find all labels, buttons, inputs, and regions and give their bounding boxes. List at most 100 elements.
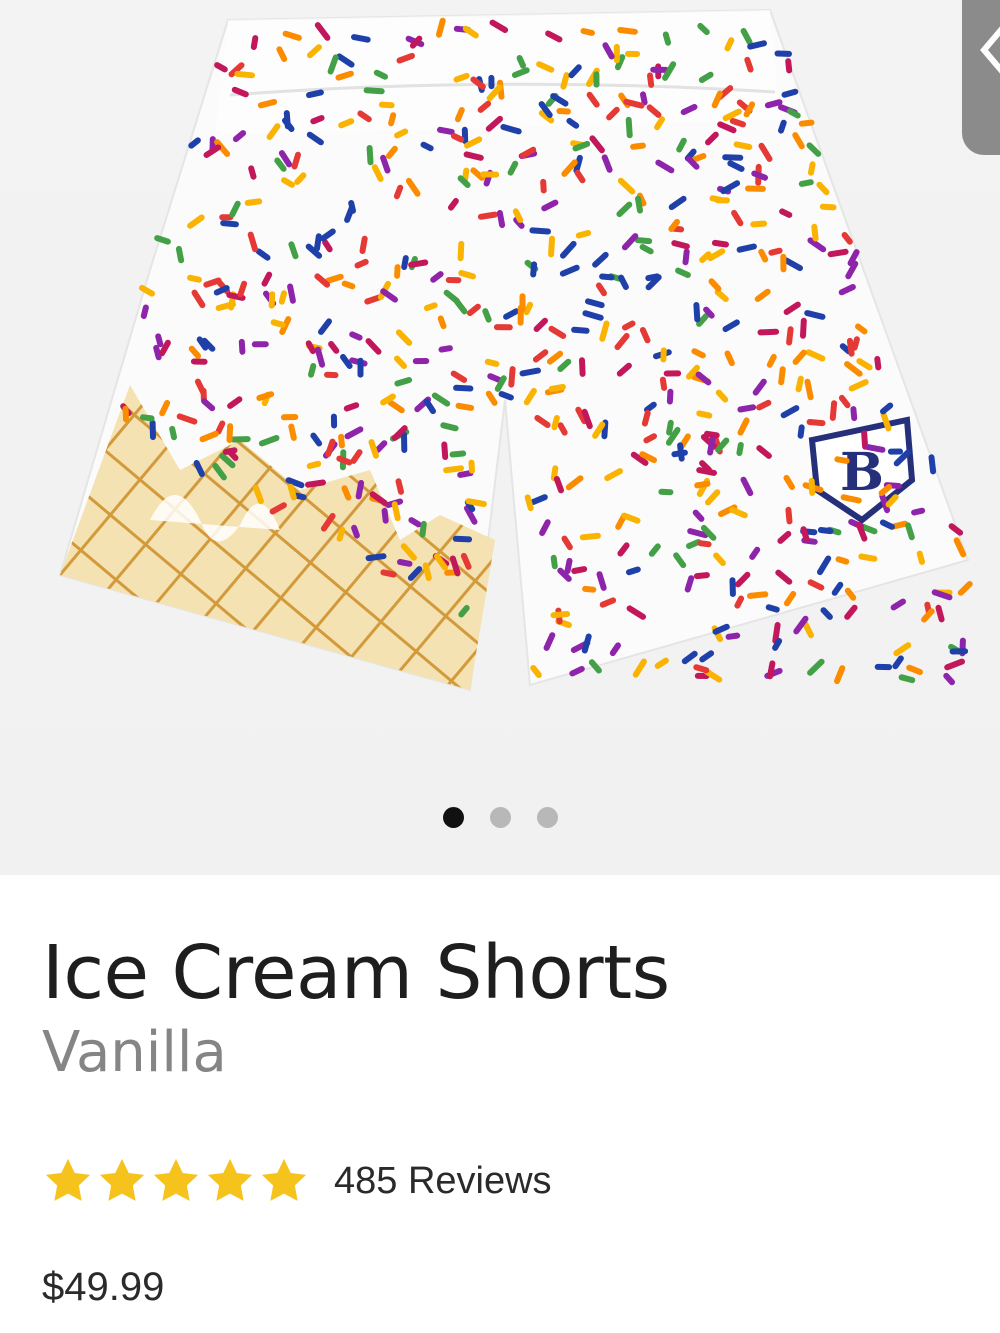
sprinkle	[574, 169, 586, 184]
sprinkle	[322, 239, 333, 253]
sprinkle	[355, 480, 365, 500]
side-panel-tab[interactable]	[962, 0, 1000, 155]
sprinkle	[850, 406, 858, 422]
sprinkle	[817, 527, 834, 535]
sprinkle	[408, 259, 429, 268]
sprinkle	[452, 535, 473, 543]
product-price: $49.99	[42, 1265, 165, 1309]
product-rating[interactable]: 485 Reviews	[42, 1155, 552, 1207]
sprinkle	[666, 388, 674, 405]
sprinkle	[550, 554, 558, 570]
sprinkle	[747, 40, 767, 50]
sprinkle	[244, 198, 263, 206]
brand-hex-icon	[980, 26, 1000, 74]
sprinkle	[437, 315, 447, 330]
sprinkle	[458, 605, 470, 618]
sprinkle	[338, 433, 345, 449]
sprinkle	[736, 442, 744, 456]
sprinkle	[188, 137, 201, 149]
sprinkle	[287, 483, 297, 501]
sprinkle	[785, 58, 793, 74]
sprinkle	[282, 30, 302, 41]
sprinkle	[438, 345, 453, 353]
sprinkle	[401, 255, 409, 270]
sprinkle	[575, 230, 592, 239]
sprinkle	[643, 433, 657, 444]
sprinkle	[458, 270, 476, 280]
sprinkle	[572, 140, 591, 152]
sprinkle	[560, 72, 570, 90]
sprinkle	[468, 459, 475, 474]
sprinkle	[366, 145, 374, 166]
sprinkle	[341, 280, 356, 290]
sprinkle	[835, 556, 850, 565]
sprinkle	[314, 346, 326, 368]
sprinkle	[564, 557, 573, 575]
sprinkle	[693, 572, 710, 580]
sprinkle	[393, 184, 404, 200]
sprinkle	[281, 177, 295, 188]
star-icon	[96, 1155, 148, 1207]
sprinkle	[864, 444, 886, 453]
product-variant: Vanilla	[42, 1020, 227, 1085]
sprinkle	[457, 470, 474, 478]
star-icon	[42, 1155, 94, 1207]
sprinkle	[785, 506, 793, 525]
sprinkle	[697, 540, 712, 548]
sprinkle	[844, 604, 858, 620]
sprinkle	[599, 597, 617, 608]
sprinkle	[153, 344, 162, 361]
sprinkle	[516, 55, 526, 69]
sprinkle	[140, 304, 149, 319]
sprinkle	[626, 566, 641, 576]
sprinkle	[325, 438, 336, 458]
gallery-dot-1[interactable]	[442, 807, 464, 828]
sprinkle	[443, 465, 464, 474]
sprinkle	[639, 244, 654, 255]
reviews-link[interactable]: 485 Reviews	[334, 1160, 552, 1203]
sprinkle	[861, 430, 869, 450]
sprinkle	[288, 423, 297, 441]
sprinkle	[798, 119, 815, 127]
sprinkle	[524, 494, 534, 512]
sprinkle	[858, 553, 878, 562]
sprinkle	[675, 267, 691, 278]
sprinkle	[694, 480, 711, 489]
sprinkle	[248, 165, 257, 180]
sprinkle	[756, 399, 772, 411]
sprinkle	[237, 280, 248, 298]
gallery-dot-3[interactable]	[536, 807, 558, 828]
sprinkle	[250, 35, 259, 50]
sprinkle	[630, 142, 646, 150]
sprinkle	[175, 245, 185, 264]
sprinkle	[879, 519, 895, 530]
sprinkle	[747, 591, 769, 599]
sprinkle	[270, 319, 286, 328]
sprinkle	[654, 116, 665, 131]
sprinkle	[278, 290, 287, 305]
sprinkle	[693, 302, 701, 323]
sprinkle	[703, 306, 715, 319]
sprinkle	[786, 108, 801, 119]
sprinkle	[906, 664, 923, 675]
sprinkle	[234, 70, 255, 79]
sprinkle	[449, 450, 467, 458]
product-gallery[interactable]: B	[0, 0, 1000, 875]
sprinkle	[455, 402, 475, 411]
sprinkle	[220, 220, 239, 228]
sprinkle	[641, 409, 651, 427]
gallery-dot-2[interactable]	[489, 807, 511, 828]
sprinkle	[215, 301, 236, 311]
sprinkle	[364, 294, 383, 305]
sprinkle	[911, 507, 926, 516]
sprinkle	[328, 341, 340, 354]
gallery-pagination	[0, 807, 1000, 831]
sprinkle	[378, 101, 395, 109]
sprinkle	[943, 672, 955, 686]
sprinkle	[707, 435, 716, 456]
sprinkle	[767, 660, 776, 680]
sprinkle	[508, 366, 516, 388]
sprinkle	[639, 327, 651, 344]
sprinkle	[498, 391, 514, 401]
sprinkle	[441, 441, 449, 460]
